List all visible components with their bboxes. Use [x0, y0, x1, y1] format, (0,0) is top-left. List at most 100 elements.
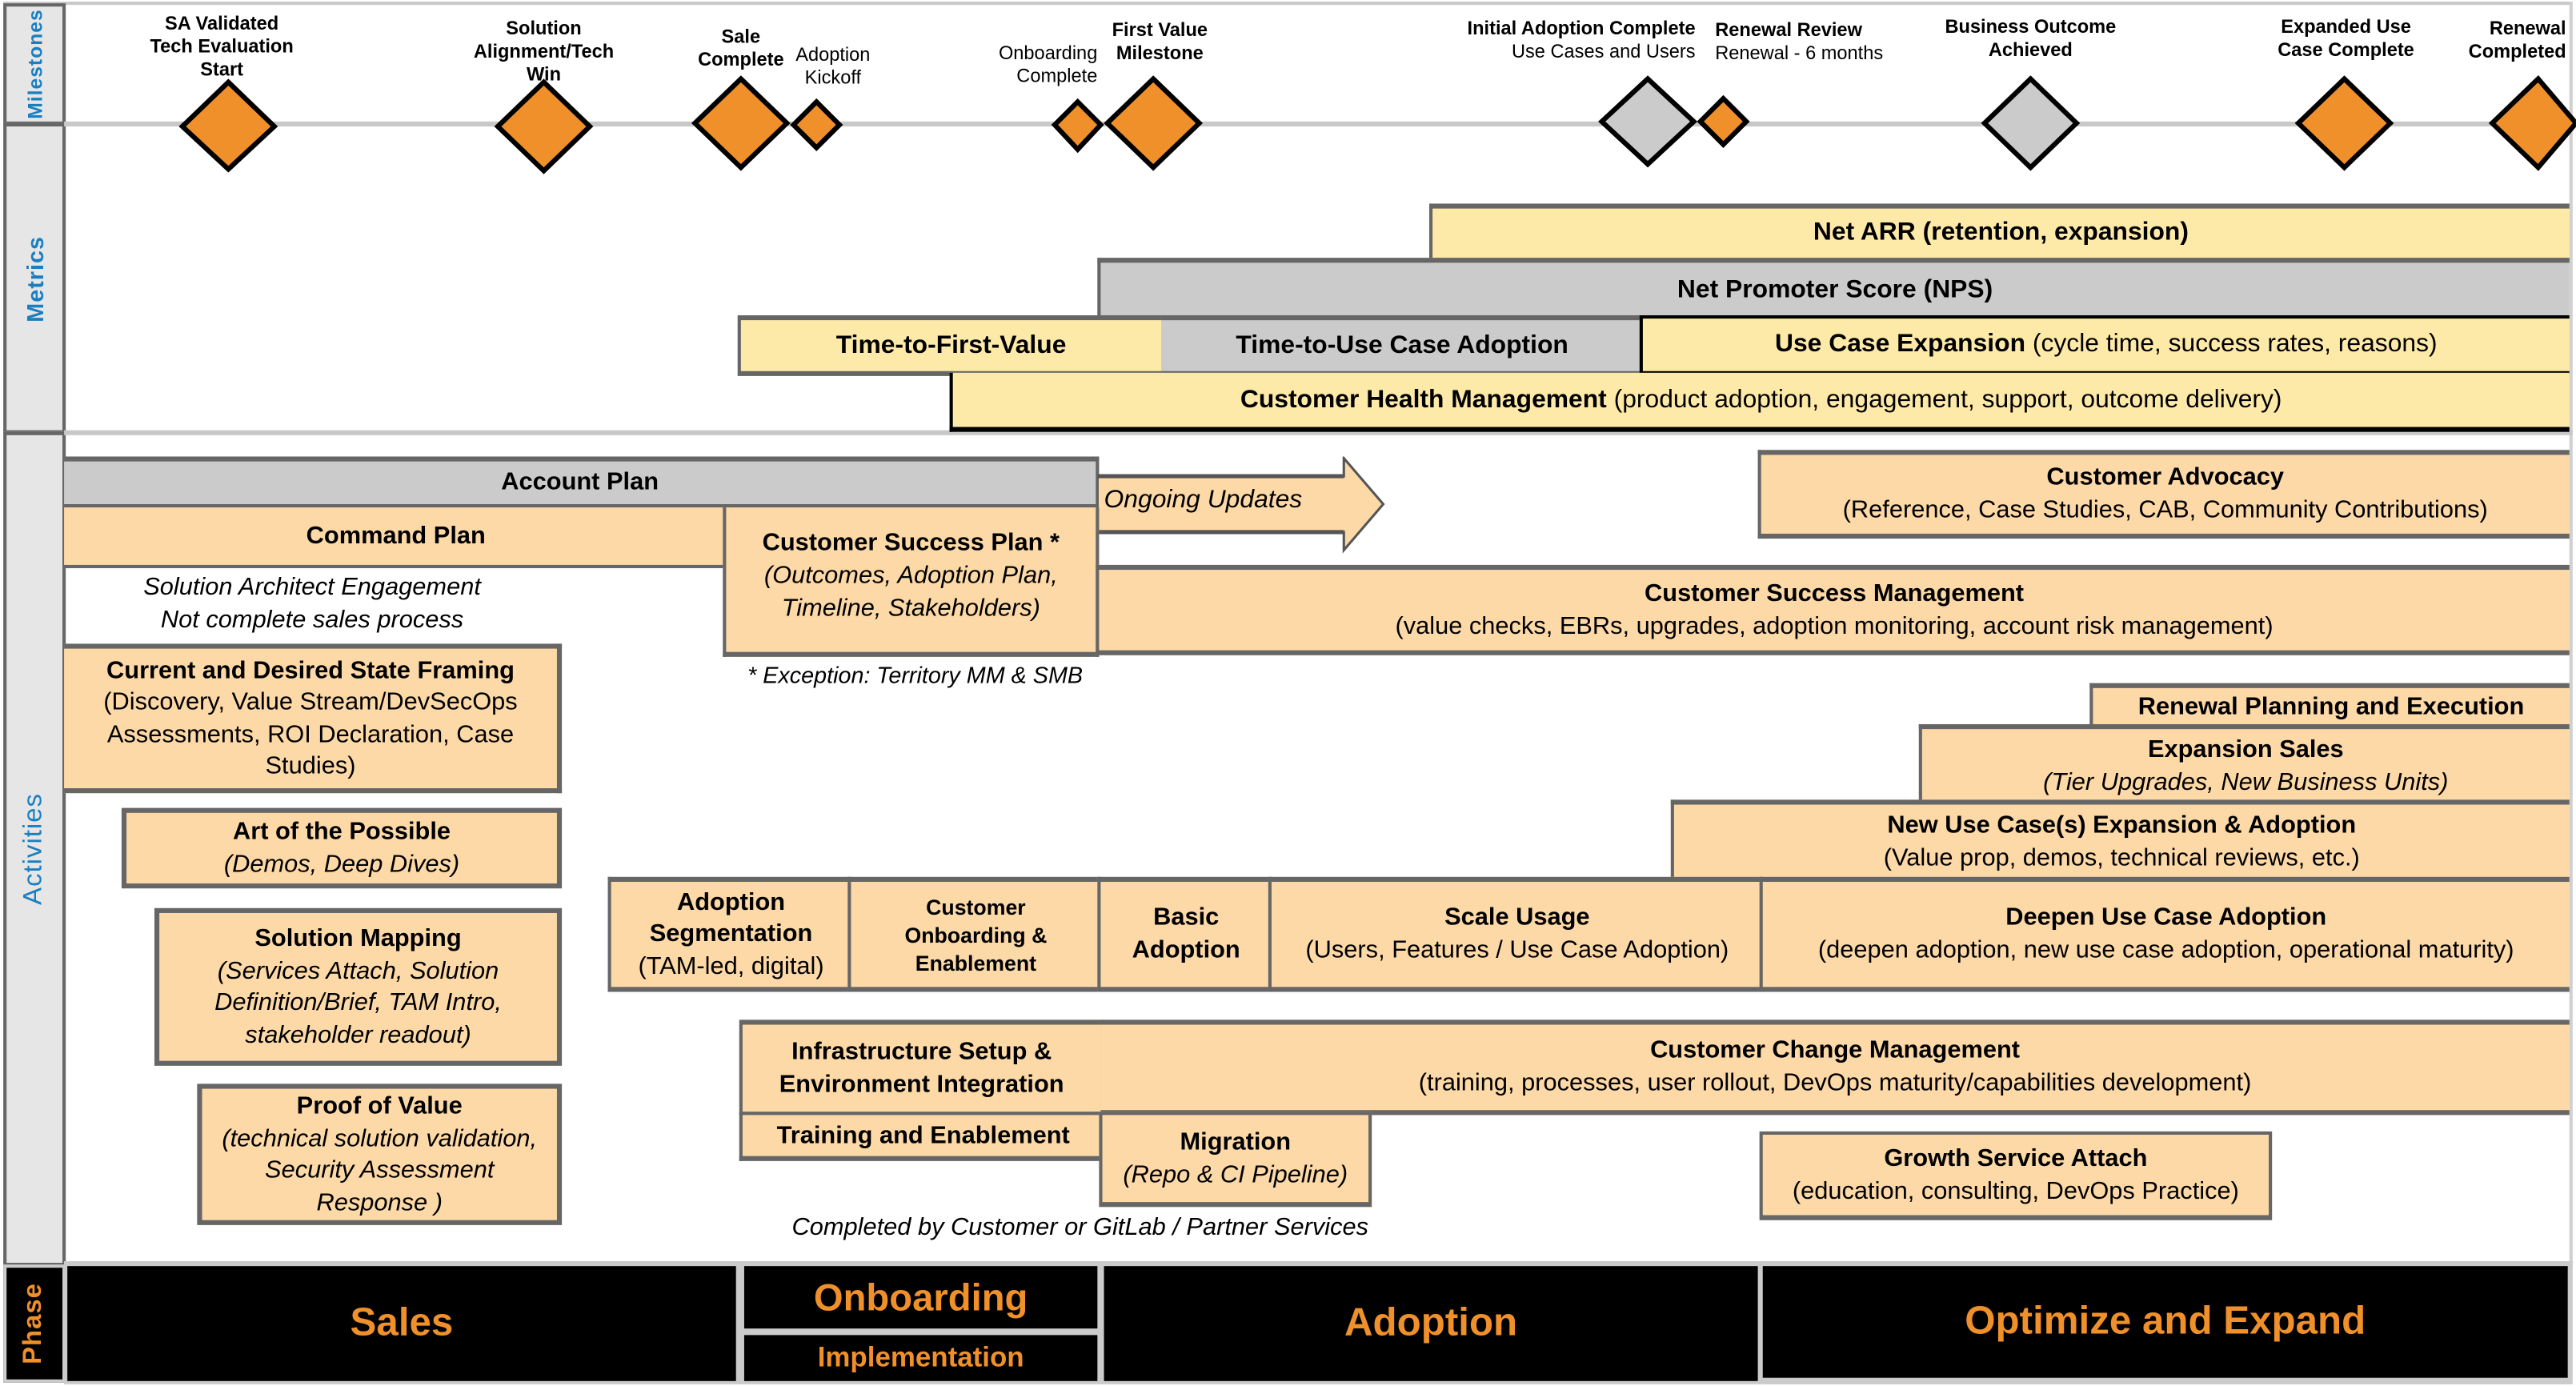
milestone-diamond-sale-complete[interactable]	[691, 75, 791, 171]
milestone-diamond-onboarding-complete[interactable]	[1051, 98, 1104, 154]
phase-sales[interactable]: Sales	[67, 1266, 736, 1381]
activity-proof-of-value[interactable]: Proof of Value (technical solution valid…	[197, 1084, 563, 1225]
activity-expansion-sales-title: Expansion Sales	[2147, 735, 2344, 763]
activity-new-use-case-title: New Use Case(s) Expansion & Adoption	[1887, 811, 2357, 839]
activity-customer-advocacy[interactable]: Customer Advocacy (Reference, Case Studi…	[1757, 450, 2570, 539]
activity-infrastructure-setup[interactable]: Infrastructure Setup & Environment Integ…	[739, 1019, 1104, 1116]
phase-adoption-label: Adoption	[1344, 1300, 1518, 1345]
phase-optimize-expand-label: Optimize and Expand	[1965, 1299, 2366, 1344]
services-note: Completed by Customer or GitLab / Partne…	[791, 1213, 1369, 1242]
activity-scale-usage-title: Scale Usage	[1444, 903, 1590, 931]
activity-command-plan-title: Command Plan	[306, 521, 486, 550]
activity-csm-title: Customer Success Management	[1645, 579, 2025, 607]
activity-solution-mapping-title: Solution Mapping	[254, 924, 462, 953]
activity-customer-onboarding-title: Customer Onboarding & Enablement	[904, 894, 1048, 975]
ongoing-updates-label: Ongoing Updates	[1104, 486, 1303, 515]
activity-customer-success-plan-detail: (Outcomes, Adoption Plan, Timeline, Stak…	[763, 561, 1058, 623]
activity-growth-service-attach-detail: (education, consulting, DevOps Practice)	[1792, 1176, 2239, 1205]
activity-solution-mapping[interactable]: Solution Mapping (Services Attach, Solut…	[154, 907, 563, 1066]
metric-use-case-expansion-detail: (cycle time, success rates, reasons)	[2025, 330, 2438, 359]
activity-adoption-segmentation-title: Adoption Segmentation	[649, 887, 813, 948]
activity-migration-title: Migration	[1180, 1127, 1292, 1156]
milestone-diamond-renewal-review[interactable]	[1697, 94, 1750, 148]
activity-customer-success-management[interactable]: Customer Success Management (value check…	[1096, 564, 2570, 655]
milestone-diamond-solution-alignment[interactable]	[494, 78, 594, 174]
activity-customer-advocacy-detail: (Reference, Case Studies, CAB, Community…	[1842, 495, 2488, 524]
metric-use-case-expansion-title: Use Case Expansion	[1774, 330, 2026, 359]
activity-migration[interactable]: Migration (Repo & CI Pipeline)	[1099, 1112, 1372, 1208]
phase-onboarding-label: Onboarding	[813, 1275, 1028, 1318]
phase-optimize-expand[interactable]: Optimize and Expand	[1762, 1266, 2568, 1378]
metric-use-case-expansion-text: Use Case Expansion (cycle time, success …	[1775, 328, 2438, 361]
activity-new-use-case-expansion[interactable]: New Use Case(s) Expansion & Adoption (Va…	[1670, 799, 2570, 880]
metric-time-to-first-value[interactable]: Time-to-First-Value	[737, 315, 1165, 376]
milestone-diamond-first-value[interactable]	[1104, 75, 1204, 171]
milestone-diamond-adoption-kickoff[interactable]	[790, 98, 843, 152]
right-border-line	[2569, 2, 2573, 1267]
activity-account-plan-title: Account Plan	[501, 467, 659, 496]
milestone-diamond-sa-validated[interactable]	[178, 78, 278, 173]
activity-customer-change-management[interactable]: Customer Change Management (training, pr…	[1100, 1019, 2570, 1116]
activity-scale-usage-detail: (Users, Features / Use Case Adoption)	[1305, 935, 1729, 964]
metric-ttfv-title: Time-to-First-Value	[835, 330, 1067, 359]
activity-migration-detail: (Repo & CI Pipeline)	[1123, 1160, 1348, 1188]
activity-deepen-use-case-title: Deepen Use Case Adoption	[2005, 903, 2327, 931]
activity-csm-detail: (value checks, EBRs, upgrades, adoption …	[1395, 611, 2274, 640]
metric-net-arr-title: Net ARR (retention, expansion)	[1813, 218, 2189, 246]
activity-adoption-segmentation-detail: (TAM-led, digital)	[638, 951, 824, 980]
milestone-diamond-initial-adoption[interactable]	[1598, 75, 1698, 168]
activity-expansion-sales-detail: (Tier Upgrades, New Business Units)	[2043, 767, 2449, 796]
activity-adoption-segmentation[interactable]: Adoption Segmentation (TAM-led, digital)	[607, 876, 851, 992]
activity-command-plan[interactable]: Command Plan	[64, 507, 728, 569]
activity-basic-adoption-title: Basic Adoption	[1132, 903, 1240, 964]
activity-new-use-case-detail: (Value prop, demos, technical reviews, e…	[1883, 843, 2360, 872]
activity-ccm-detail: (training, processes, user rollout, DevO…	[1418, 1068, 2252, 1097]
activity-deepen-use-case-detail: (deepen adoption, new use case adoption,…	[1817, 935, 2514, 964]
milestone-diamond-expanded-use-case[interactable]	[2294, 75, 2394, 171]
metric-customer-health-title: Customer Health Management	[1240, 385, 1607, 414]
milestone-diamond-renewal-completed[interactable]	[2488, 75, 2576, 171]
metric-nps[interactable]: Net Promoter Score (NPS)	[1097, 258, 2570, 318]
activity-art-of-possible-detail: (Demos, Deep Dives)	[223, 849, 460, 878]
milestone-diamond-business-outcome[interactable]	[1981, 75, 2081, 171]
metric-customer-health[interactable]: Customer Health Management (product adop…	[949, 372, 2570, 432]
row-label-activities: Activities	[3, 431, 66, 1267]
activity-basic-adoption[interactable]: Basic Adoption	[1097, 876, 1272, 992]
metric-customer-health-detail: (product adoption, engagement, support, …	[1606, 385, 2282, 414]
activity-expansion-sales[interactable]: Expansion Sales (Tier Upgrades, New Busi…	[1918, 723, 2570, 803]
activity-customer-success-plan-title: Customer Success Plan *	[762, 528, 1060, 557]
activity-customer-onboarding[interactable]: Customer Onboarding & Enablement	[847, 876, 1101, 992]
activity-growth-service-attach-title: Growth Service Attach	[1884, 1144, 2148, 1172]
metric-use-case-expansion[interactable]: Use Case Expansion (cycle time, success …	[1639, 315, 2570, 375]
activity-renewal-planning-title: Renewal Planning and Execution	[2137, 691, 2525, 720]
row-label-phase-text: Phase	[19, 1283, 48, 1364]
metric-net-arr[interactable]: Net ARR (retention, expansion)	[1429, 203, 2570, 262]
activity-training-enablement[interactable]: Training and Enablement	[739, 1112, 1104, 1161]
phase-implementation[interactable]: Implementation	[743, 1335, 1098, 1381]
sa-engagement-note: Solution Architect Engagement Not comple…	[98, 571, 526, 637]
activity-renewal-planning[interactable]: Renewal Planning and Execution	[2089, 683, 2570, 727]
activity-account-plan[interactable]: Account Plan	[64, 456, 1100, 510]
customer-journey-diagram: Milestones Metrics Activities Phase SA V…	[0, 0, 2576, 1386]
activity-deepen-use-case[interactable]: Deepen Use Case Adoption (deepen adoptio…	[1759, 876, 2570, 992]
row-label-phase: Phase	[3, 1264, 66, 1383]
phase-sales-label: Sales	[350, 1300, 454, 1345]
activity-current-desired-state[interactable]: Current and Desired State Framing (Disco…	[64, 643, 563, 794]
activity-growth-service-attach[interactable]: Growth Service Attach (education, consul…	[1759, 1131, 2273, 1220]
metric-nps-title: Net Promoter Score (NPS)	[1677, 274, 1993, 303]
activity-proof-of-value-detail: (technical solution validation, Security…	[222, 1124, 538, 1216]
activity-customer-success-plan[interactable]: Customer Success Plan * (Outcomes, Adopt…	[723, 507, 1100, 657]
activity-solution-mapping-detail: (Services Attach, Solution Definition/Br…	[214, 956, 502, 1049]
activity-training-enablement-title: Training and Enablement	[776, 1120, 1070, 1149]
phase-onboarding[interactable]: Onboarding	[743, 1266, 1098, 1329]
activity-art-of-possible-title: Art of the Possible	[232, 816, 451, 845]
sa-engagement-note-line2: Not complete sales process	[160, 606, 464, 635]
metric-ttuca-title: Time-to-Use Case Adoption	[1236, 330, 1568, 359]
activity-scale-usage[interactable]: Scale Usage (Users, Features / Use Case …	[1268, 876, 1763, 992]
activity-art-of-possible[interactable]: Art of the Possible (Demos, Deep Dives)	[121, 807, 563, 889]
sa-engagement-note-line1: Solution Architect Engagement	[143, 573, 481, 602]
phase-adoption[interactable]: Adoption	[1104, 1266, 1758, 1381]
phase-implementation-label: Implementation	[817, 1341, 1024, 1373]
metric-time-to-use-case-adoption[interactable]: Time-to-Use Case Adoption	[1161, 315, 1643, 375]
milestone-diamonds-layer	[178, 75, 2576, 174]
